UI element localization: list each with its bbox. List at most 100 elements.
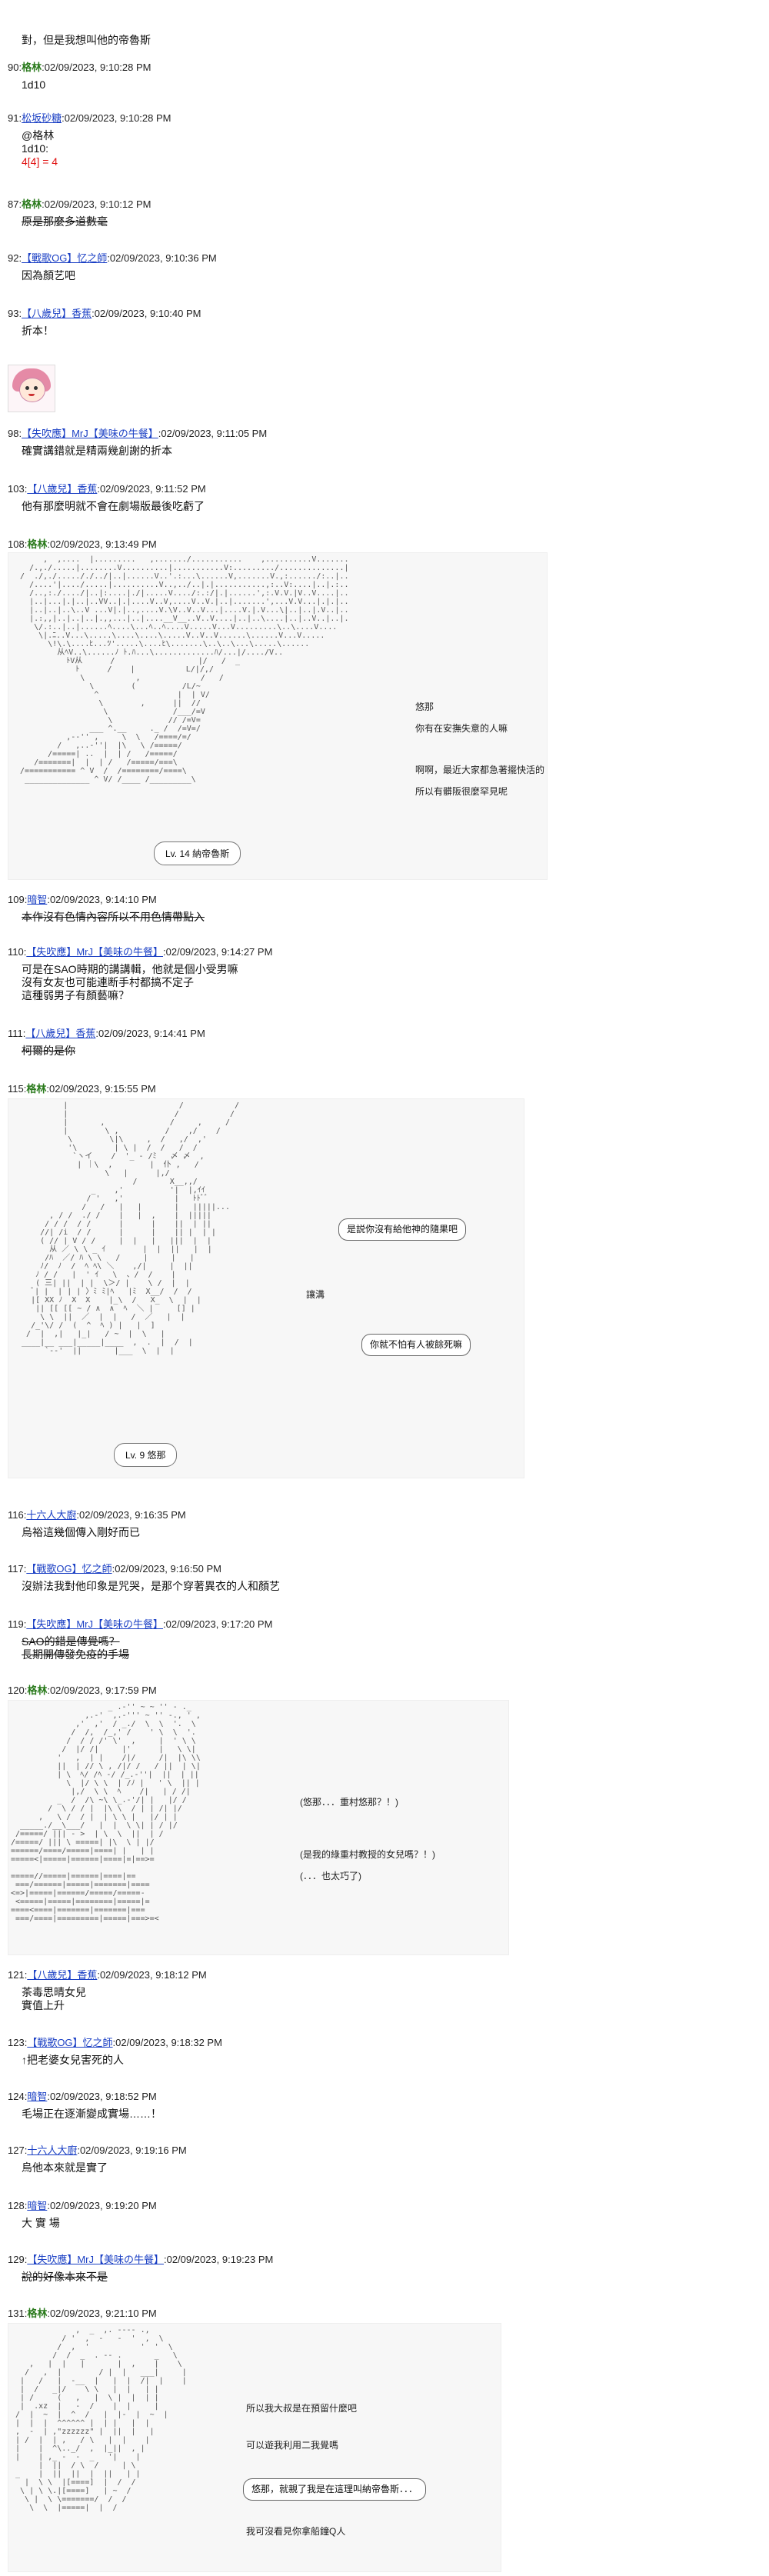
poster-name[interactable]: 【戰歌OG】忆之師 [27,2037,112,2048]
poster-name[interactable]: 格林 [26,1083,46,1095]
post-header: 119:【失吹應】MrJ【美味の牛餐】:02/09/2023, 9:17:20 … [8,1618,546,1631]
post-120: 120:格林:02/09/2023, 9:17:59 PM [8,1685,546,1697]
poster-name[interactable]: 暗智 [27,894,47,905]
post-number: 93: [8,308,22,319]
post-header: 131:格林:02/09/2023, 9:21:10 PM [8,2308,546,2320]
post-body: ↑把老婆女兒害死的人 [22,2054,124,2066]
post-time: :02/09/2023, 9:10:28 PM [42,62,151,73]
post-body: 大 實 場 [22,2217,60,2229]
post-110: 110:【失吹應】MrJ【美味の牛餐】:02/09/2023, 9:14:27 … [8,946,546,1002]
post-time: :02/09/2023, 9:11:05 PM [158,428,268,439]
post-header: 128:暗智:02/09/2023, 9:19:20 PM [8,2200,546,2212]
dialogue-text: 你有在安撫失意的人嘛 [415,723,508,734]
thread-page: 對，但是我想叫他的帝魯斯 90:格林:02/09/2023, 9:10:28 P… [0,0,769,2576]
post-body: 對，但是我想叫他的帝魯斯 [22,34,151,46]
post-number: 108: [8,538,28,550]
post-time: :02/09/2023, 9:10:28 PM [62,112,171,124]
dialogue-text: 我可沒看見你拿船鐘Q人 [246,2526,346,2537]
poster-name[interactable]: 暗智 [27,2091,47,2102]
poster-name[interactable]: 暗智 [27,2200,47,2211]
poster-name[interactable]: 格林 [22,62,42,73]
post-header: 111:【八歲兒】香蕉:02/09/2023, 9:14:41 PM [8,1028,546,1040]
speech-bubble: 悠那，就親了我是在這理叫納帝魯斯．．． [243,2478,427,2501]
ascii-art-figure: | / / | / / | , / , / | \ , / ,/ / \ \|\… [22,1101,240,1355]
dialogue-text: 所以我大叔是在預留什麼吧 [246,2403,358,2414]
post-92: 92:【戰歌OG】忆之師:02/09/2023, 9:10:36 PM 因為顏艺… [8,252,546,282]
post-body: 沒辦法我對他印象是咒哭，是那个穿著異衣的人和顏艺 [22,1580,280,1592]
post-header: 115:格林:02/09/2023, 9:15:55 PM [8,1083,546,1095]
post-header: 108:格林:02/09/2023, 9:13:49 PM [8,538,546,551]
post-93: 93:【八歲兒】香蕉:02/09/2023, 9:10:40 PM 折本！ [8,308,546,338]
post-number: 111: [8,1028,26,1039]
post-time: :02/09/2023, 9:10:40 PM [92,308,201,319]
post-116: 116:十六人大廚:02/09/2023, 9:16:35 PM 烏裕這幾個傳入… [8,1509,546,1539]
post-128: 128:暗智:02/09/2023, 9:19:20 PM 大 實 場 [8,2200,546,2230]
poster-name[interactable]: 十六人大廚 [27,2144,77,2156]
poster-name[interactable]: 十六人大廚 [26,1509,76,1521]
post-body: 折本！ [22,325,54,337]
poster-name[interactable]: 松坂砂糖 [22,112,62,124]
post-body: 毛場正在逐漸變成實場……！ [22,2108,161,2120]
post-body: SAO的錯是傳覺嗎？ 長期開傳發免疫的手場 [22,1635,129,1661]
speech-bubble: 你就不怕有人被餘死嘛 [361,1334,471,1356]
post-header: 123:【戰歌OG】忆之師:02/09/2023, 9:18:32 PM [8,2037,546,2049]
post-time: :02/09/2023, 9:11:52 PM [97,483,206,495]
post-time: :02/09/2023, 9:19:16 PM [77,2144,187,2156]
post-time: :02/09/2023, 9:21:10 PM [47,2308,157,2319]
post-body: 因為顏艺吧 [22,269,75,282]
post-time: :02/09/2023, 9:14:27 PM [163,946,273,958]
post-121: 121:【八歲兒】香蕉:02/09/2023, 9:18:12 PM 茶毒思晴女… [8,1969,546,2012]
post-time: :02/09/2023, 9:14:41 PM [95,1028,205,1039]
post-time: :02/09/2023, 9:19:23 PM [163,2254,274,2265]
post-body: 確實講錯就是精兩幾創謝的折本 [22,445,172,457]
poster-name[interactable]: 【失吹應】MrJ【美味の牛餐】 [22,428,158,439]
post-body: @格林 1d10: [22,129,55,155]
dialogue-text: 啊啊，最近大家都急著擺快活的 [415,765,545,775]
post-number: 87: [8,198,22,210]
poster-name[interactable]: 【失吹應】MrJ【美味の牛餐】 [26,946,163,958]
poster-name[interactable]: 【八歲兒】香蕉 [27,1969,97,1981]
post-body: 說的好像本來不是 [22,2271,108,2283]
poster-name[interactable]: 格林 [27,2308,47,2319]
post-91: 91:松坂砂糖:02/09/2023, 9:10:28 PM @格林 1d10:… [8,112,546,168]
post-124: 124:暗智:02/09/2023, 9:18:52 PM 毛場正在逐漸變成實場… [8,2091,546,2121]
post-119: 119:【失吹應】MrJ【美味の牛餐】:02/09/2023, 9:17:20 … [8,1618,546,1661]
dialogue-text: (是我的綠重村教授的女兒嗎？！) [300,1849,435,1860]
post-number: 115: [8,1083,27,1095]
post-body: 柯爾的是你 [22,1045,75,1057]
poster-name[interactable]: 格林 [27,1685,47,1696]
post-117: 117:【戰歌OG】忆之師:02/09/2023, 9:16:50 PM 沒辦法… [8,1563,546,1593]
poster-name[interactable]: 【失吹應】MrJ【美味の牛餐】 [26,1618,163,1630]
post-header: 116:十六人大廚:02/09/2023, 9:16:35 PM [8,1509,546,1521]
post-header: 109:暗智:02/09/2023, 9:14:10 PM [8,894,546,906]
post-header: 129:【失吹應】MrJ【美味の牛餐】:02/09/2023, 9:19:23 … [8,2254,546,2266]
ascii-art-floor: =====//=====|======|====|== ===/======|=… [11,1872,159,1923]
post-header: 98:【失吹應】MrJ【美味の牛餐】:02/09/2023, 9:11:05 P… [8,428,546,440]
dialogue-text: (．．．也太巧了) [300,1871,361,1881]
post-108: 108:格林:02/09/2023, 9:13:49 PM [8,538,546,551]
post-time: :02/09/2023, 9:18:12 PM [97,1969,207,1981]
post-number: 110: [8,946,27,958]
post-131: 131:格林:02/09/2023, 9:21:10 PM [8,2308,546,2320]
post-time: :02/09/2023, 9:13:49 PM [47,538,157,550]
post-header: 121:【八歲兒】香蕉:02/09/2023, 9:18:12 PM [8,1969,546,1981]
poster-name[interactable]: 【失吹應】MrJ【美味の牛餐】 [27,2254,164,2265]
post-header: 124:暗智:02/09/2023, 9:18:52 PM [8,2091,546,2103]
poster-name[interactable]: 【八歲兒】香蕉 [27,483,97,495]
post-number: 98: [8,428,22,439]
post-body: 茶毒思晴女兒 實值上升 [22,1986,86,2011]
post-number: 117: [8,1563,27,1575]
post-number: 129: [8,2254,28,2265]
poster-name[interactable]: 格林 [27,538,47,550]
post-time: :02/09/2023, 9:19:20 PM [47,2200,157,2211]
poster-name[interactable]: 【戰歌OG】忆之師 [22,252,107,264]
post-body: 烏裕這幾個傳入剛好而已 [22,1526,140,1538]
post-109: 109:暗智:02/09/2023, 9:14:10 PM 本作沒有色情內容所以… [8,894,546,924]
poster-name[interactable]: 【戰歌OG】忆之師 [26,1563,112,1575]
poster-name[interactable]: 【八歲兒】香蕉 [25,1028,95,1039]
post-111: 111:【八歲兒】香蕉:02/09/2023, 9:14:41 PM 柯爾的是你 [8,1028,546,1058]
poster-name[interactable]: 【八歲兒】香蕉 [22,308,92,319]
poster-name[interactable]: 格林 [22,198,42,210]
dice-result: 4[4] = 4 [22,155,58,168]
speech-bubble: 是説你沒有給他神的隨果吧 [338,1218,467,1241]
